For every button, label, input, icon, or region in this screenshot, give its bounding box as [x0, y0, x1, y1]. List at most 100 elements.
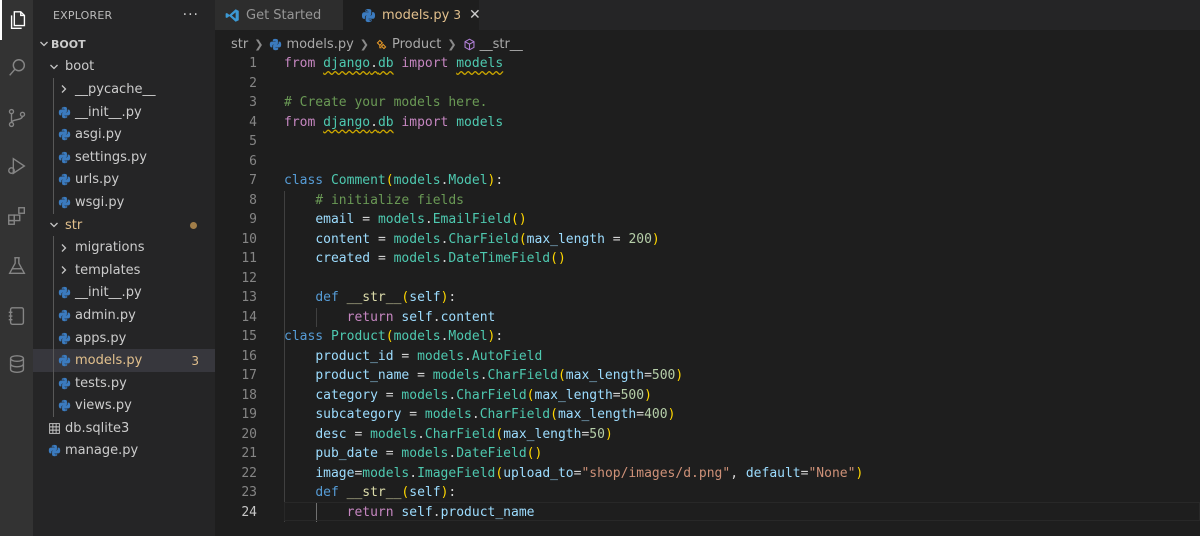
code-text: class Product(models.Model):	[284, 329, 504, 344]
run-debug-icon[interactable]	[0, 146, 33, 186]
code-line[interactable]: 16 product_id = models.AutoField	[215, 347, 1200, 367]
tree-file[interactable]: manage.py	[33, 440, 215, 463]
breadcrumb-method[interactable]: __str__	[480, 37, 523, 52]
tree-item-label: templates	[75, 262, 141, 278]
database-icon[interactable]	[0, 344, 33, 384]
tree-item-label: __init__.py	[75, 285, 142, 301]
tree-file[interactable]: wsgi.py	[33, 191, 215, 214]
python-file-icon	[57, 354, 71, 368]
code-line[interactable]: 8 # initialize fields	[215, 191, 1200, 211]
line-number: 6	[249, 153, 257, 169]
testing-icon[interactable]	[0, 246, 33, 286]
code-line[interactable]: 19 subcategory = models.CharField(max_le…	[215, 405, 1200, 425]
code-line[interactable]: 5	[215, 132, 1200, 152]
code-line[interactable]: 22 image=models.ImageField(upload_to="sh…	[215, 464, 1200, 484]
chevron-down-icon	[47, 62, 61, 72]
line-number: 15	[241, 329, 257, 344]
line-number: 2	[249, 75, 257, 91]
close-icon[interactable]: ✕	[469, 7, 481, 23]
code-text: # initialize fields	[284, 192, 465, 208]
remote-explorer-icon[interactable]	[0, 296, 33, 336]
code-line[interactable]: 4 from django.db import models	[215, 113, 1200, 133]
modified-dot-icon	[190, 221, 197, 229]
explorer-root-folder[interactable]: BOOT	[33, 33, 215, 56]
tree-item-label: str	[65, 217, 83, 233]
tree-item-label: boot	[65, 59, 95, 75]
tree-folder[interactable]: migrations	[33, 236, 215, 259]
tab-models-py[interactable]: models.py 3 ✕	[343, 0, 481, 30]
line-number: 14	[241, 309, 257, 325]
code-line[interactable]: 9 email = models.EmailField()	[215, 210, 1200, 230]
tree-file[interactable]: views.py	[33, 394, 215, 418]
code-line[interactable]: 15 class Product(models.Model):	[215, 327, 1200, 347]
line-number: 9	[249, 212, 257, 227]
file-tree: BOOT boot __pycache__ __init__.py asgi.py set…	[33, 33, 215, 462]
tree-file[interactable]: models.py 3	[33, 349, 215, 372]
tree-file[interactable]: __init__.py	[33, 281, 215, 305]
tree-file[interactable]: apps.py	[33, 326, 215, 350]
code-line[interactable]: 21 pub_date = models.DateField()	[215, 444, 1200, 464]
tree-folder[interactable]: str	[33, 214, 215, 237]
tree-file[interactable]: urls.py	[33, 168, 215, 192]
tree-indent-guide	[53, 191, 54, 214]
code-line[interactable]: 12	[215, 269, 1200, 289]
code-line[interactable]: 10 content = models.CharField(max_length…	[215, 230, 1200, 250]
tab-get-started[interactable]: Get Started	[215, 0, 343, 30]
code-text: pub_date = models.DateField()	[315, 446, 543, 461]
code-line[interactable]: 24 return self.product_name	[215, 503, 1200, 523]
breadcrumb-folder[interactable]: str	[231, 37, 248, 52]
code-line[interactable]: 23 def __str__(self):	[215, 483, 1200, 503]
code-line[interactable]: 1 from django.db import models	[215, 54, 1200, 74]
code-line[interactable]: 20 desc = models.CharField(max_length=50…	[215, 425, 1200, 445]
tree-file[interactable]: admin.py	[33, 304, 215, 327]
python-file-icon	[57, 173, 71, 187]
code-text: category = models.CharField(max_length=5…	[315, 387, 652, 403]
chevron-down-icon	[47, 220, 61, 230]
more-actions-icon[interactable]: ···	[183, 7, 199, 23]
tree-folder[interactable]: __pycache__	[33, 78, 215, 101]
code-text: image=models.ImageField(upload_to="shop/…	[315, 465, 864, 481]
explorer-icon[interactable]	[0, 0, 33, 40]
line-number: 4	[249, 114, 257, 130]
class-symbol-icon	[375, 38, 388, 51]
code-editor[interactable]: 1 from django.db import models 2 3 # Create …	[215, 54, 1200, 536]
code-line[interactable]: 6	[215, 152, 1200, 172]
code-line[interactable]: 13 def __str__(self):	[215, 288, 1200, 308]
breadcrumb-file[interactable]: models.py	[286, 37, 353, 52]
code-line[interactable]: 18 category = models.CharField(max_lengt…	[215, 386, 1200, 406]
tree-file[interactable]: db.sqlite3	[33, 417, 215, 440]
line-number: 20	[241, 426, 257, 442]
tree-file[interactable]: asgi.py	[33, 123, 215, 146]
explorer-sidebar: EXPLORER ··· BOOT boot __pycache__ __init__…	[33, 0, 215, 536]
tree-file[interactable]: tests.py	[33, 371, 215, 395]
tree-item-label: __pycache__	[75, 81, 156, 97]
code-text: def __str__(self):	[315, 290, 457, 305]
code-line[interactable]: 3 # Create your models here.	[215, 93, 1200, 113]
tree-indent-guide	[53, 100, 54, 124]
tree-file[interactable]: settings.py	[33, 145, 215, 169]
code-text: content = models.CharField(max_length = …	[315, 231, 660, 247]
python-file-icon	[57, 399, 71, 413]
tree-indent-guide	[53, 394, 54, 418]
code-line[interactable]: 2	[215, 74, 1200, 94]
source-control-icon[interactable]	[0, 98, 33, 138]
search-icon[interactable]	[0, 48, 33, 88]
python-file-icon	[361, 8, 376, 23]
chevron-right-icon: ❯	[447, 37, 457, 51]
tree-folder[interactable]: templates	[33, 258, 215, 282]
code-line[interactable]: 14 return self.content	[215, 308, 1200, 328]
breadcrumb-class[interactable]: Product	[392, 37, 441, 52]
tree-item-label: wsgi.py	[75, 194, 125, 210]
extensions-icon[interactable]	[0, 196, 33, 236]
chevron-right-icon: ❯	[254, 37, 264, 51]
code-line[interactable]: 17 product_name = models.CharField(max_l…	[215, 366, 1200, 386]
tree-item-label: apps.py	[75, 330, 127, 346]
code-line[interactable]: 7 class Comment(models.Model):	[215, 171, 1200, 191]
line-number: 23	[241, 485, 257, 500]
tree-file[interactable]: __init__.py	[33, 100, 215, 124]
tree-item-label: admin.py	[75, 307, 136, 323]
tree-folder[interactable]: boot	[33, 56, 215, 79]
code-line[interactable]: 11 created = models.DateTimeField()	[215, 249, 1200, 269]
line-number: 8	[249, 192, 257, 208]
line-number: 18	[241, 387, 257, 403]
